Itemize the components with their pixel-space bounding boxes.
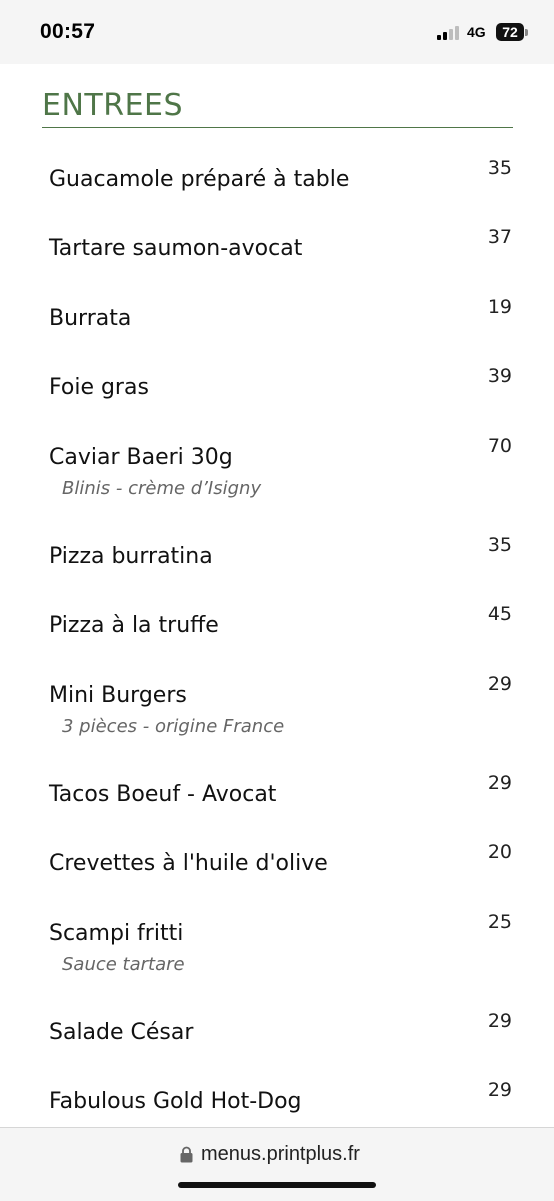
menu-item-name: Salade César [49,1020,194,1045]
network-type-label: 4G [467,24,486,40]
menu-item-price: 20 [487,841,512,863]
menu-item-price: 29 [487,1010,512,1032]
menu-item-name: Mini Burgers [49,683,187,708]
menu-item-price: 29 [487,772,512,794]
menu-item-name: Guacamole préparé à table [49,167,350,192]
menu-item-price: 45 [487,603,512,625]
lock-icon [180,1146,193,1163]
menu-item-name: Foie gras [49,375,149,400]
menu-item-description: Blinis - crème d’Isigny [62,478,262,499]
menu-item-price: 37 [487,226,512,248]
menu-item-description: 3 pièces - origine France [62,716,285,737]
section-title: ENTREES [42,88,184,123]
menu-item-name: Crevettes à l'huile d'olive [49,851,328,876]
menu-item-price: 29 [487,673,512,695]
menu-item-price: 39 [487,365,512,387]
home-indicator[interactable] [178,1182,376,1188]
menu-item-price: 19 [487,296,512,318]
section-divider [42,127,513,128]
menu-item-description: Sauce tartare [62,954,185,975]
menu-item-name: Tacos Boeuf - Avocat [49,782,277,807]
menu-item-price: 70 [487,435,512,457]
battery-tip-icon [525,29,528,36]
menu-item-name: Pizza burratina [49,544,213,569]
cellular-signal-icon [437,26,463,40]
battery-icon: 72 [496,23,524,41]
menu-item-price: 35 [487,534,512,556]
menu-item-price: 25 [487,911,512,933]
browser-address-bar[interactable]: menus.printplus.fr [0,1127,554,1201]
menu-item-name: Burrata [49,306,132,331]
status-time: 00:57 [40,20,96,43]
menu-item-name: Tartare saumon-avocat [49,236,303,261]
menu-item-name: Caviar Baeri 30g [49,445,233,470]
menu-item-name: Scampi fritti [49,921,184,946]
battery-level: 72 [502,24,518,40]
status-bar: 00:57 4G 72 [0,0,554,64]
menu-item-price: 29 [487,1079,512,1101]
url-label[interactable]: menus.printplus.fr [201,1143,360,1166]
menu-item-name: Fabulous Gold Hot-Dog [49,1089,302,1114]
menu-item-name: Pizza à la truffe [49,613,219,638]
menu-item-price: 35 [487,157,512,179]
